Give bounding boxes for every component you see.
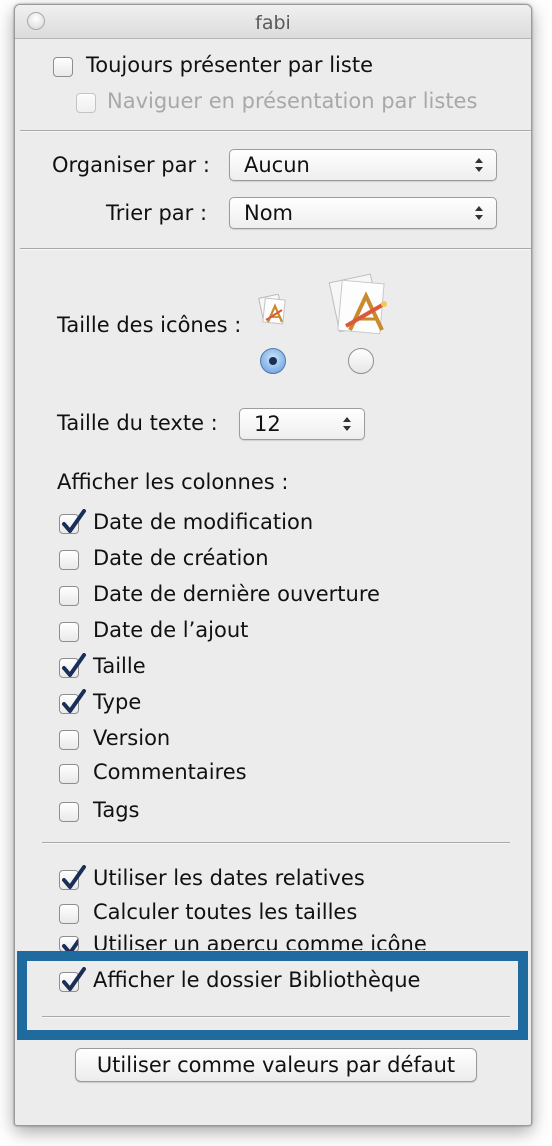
text-size-popup[interactable]: 12 [239, 408, 365, 440]
column-size-label: Taille [93, 654, 146, 678]
popup-arrows-icon [343, 417, 351, 431]
column-date-created-label: Date de création [93, 546, 269, 570]
always-list-label: Toujours présenter par liste [86, 53, 373, 77]
sort-by-popup[interactable]: Nom [229, 197, 497, 229]
option-icon-preview-label: Utiliser un aperçu comme icône [93, 932, 427, 950]
column-tags-label: Tags [93, 798, 140, 822]
popup-arrows-icon [475, 158, 483, 172]
column-kind-label: Type [93, 690, 142, 714]
text-size-label: Taille du texte : [57, 411, 218, 435]
arrange-by-label: Organiser par : [52, 153, 210, 177]
column-comments-label: Commentaires [93, 760, 247, 784]
option-calculate-sizes-label: Calculer toutes les tailles [93, 900, 358, 924]
arrange-by-value: Aucun [244, 153, 310, 177]
sort-by-value: Nom [244, 201, 294, 225]
radio-dot [269, 357, 277, 365]
window-title: fabi [255, 12, 291, 34]
icon-size-label: Taille des icônes : [57, 313, 242, 337]
icon-size-small-radio[interactable] [260, 348, 286, 374]
arrange-by-popup[interactable]: Aucun [229, 149, 497, 181]
column-date-modified-label: Date de modification [93, 510, 314, 534]
column-date-created-checkbox[interactable] [59, 550, 79, 570]
column-tags-checkbox[interactable] [59, 802, 79, 822]
icon-size-large-radio[interactable] [348, 348, 374, 374]
small-app-icon [258, 294, 286, 325]
use-as-defaults-button[interactable]: Utiliser comme valeurs par défaut [75, 1048, 477, 1082]
checkmark-icon [62, 938, 78, 951]
option-relative-dates-checkbox[interactable] [59, 865, 86, 890]
column-date-last-opened-checkbox[interactable] [59, 586, 79, 606]
column-version-checkbox[interactable] [59, 730, 79, 750]
browse-list-checkbox [76, 93, 96, 113]
column-version-label: Version [93, 726, 171, 750]
always-list-checkbox[interactable] [53, 57, 73, 77]
separator [20, 130, 531, 132]
text-size-value: 12 [254, 412, 281, 436]
column-date-last-opened-label: Date de dernière ouverture [93, 582, 380, 606]
browse-list-label: Naviguer en présentation par listes [107, 89, 478, 113]
separator [20, 248, 531, 250]
separator [42, 842, 510, 844]
option-calculate-sizes-checkbox[interactable] [59, 904, 79, 924]
column-kind-checkbox[interactable] [59, 689, 86, 714]
option-relative-dates-label: Utiliser les dates relatives [93, 866, 365, 890]
sort-by-label: Trier par : [106, 201, 208, 225]
option-icon-preview-checkbox[interactable] [59, 936, 79, 952]
column-date-modified-checkbox[interactable] [59, 509, 86, 534]
column-size-checkbox[interactable] [59, 653, 86, 678]
large-app-icon [328, 273, 387, 335]
title-bar: fabi [15, 5, 531, 39]
column-date-added-checkbox[interactable] [59, 622, 79, 642]
column-comments-checkbox[interactable] [59, 764, 79, 784]
highlight-box [17, 951, 528, 1040]
show-columns-label: Afficher les colonnes : [57, 470, 289, 494]
popup-arrows-icon [475, 206, 483, 220]
column-date-added-label: Date de l’ajout [93, 618, 249, 642]
